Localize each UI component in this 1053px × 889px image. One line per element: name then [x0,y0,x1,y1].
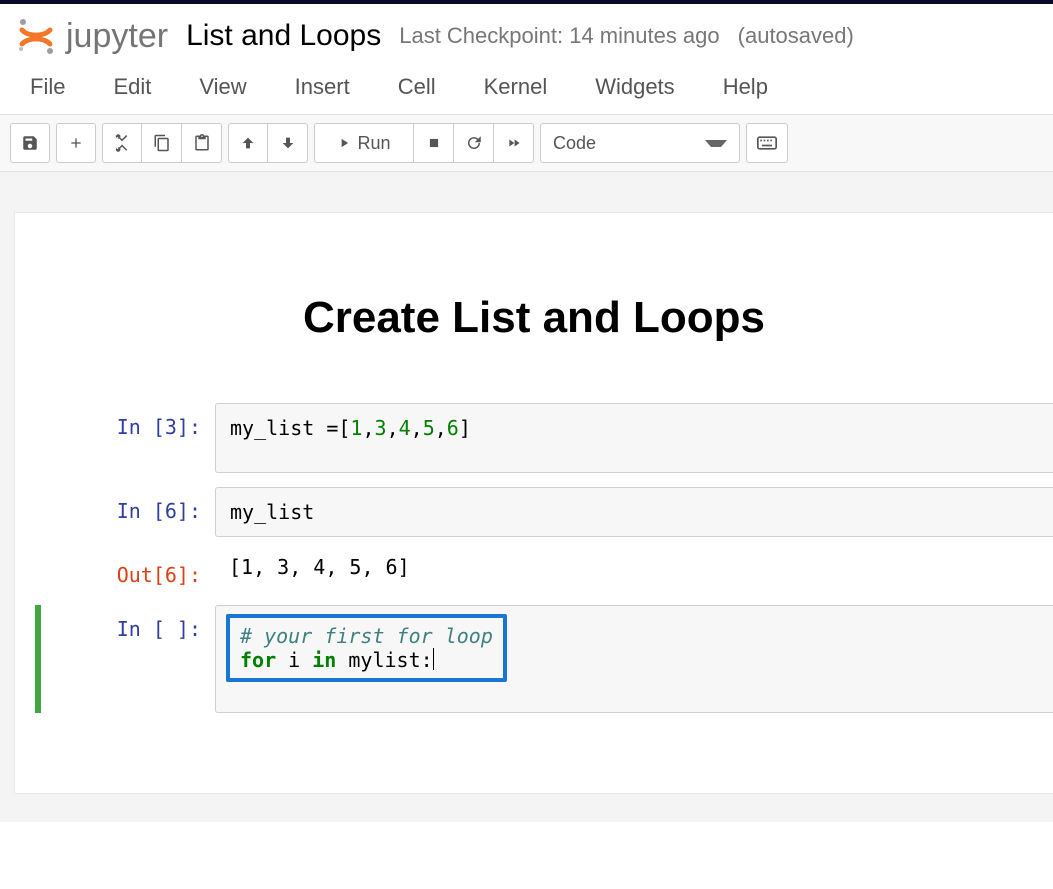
code-rest: mylist: [336,648,432,672]
restart-run-all-button[interactable] [494,123,534,163]
celltype-select[interactable]: Code [540,123,740,163]
menu-kernel[interactable]: Kernel [484,74,548,100]
move-up-button[interactable] [228,123,268,163]
run-group: Run [314,123,534,163]
kw-in: in [312,648,336,672]
fast-forward-icon [505,136,523,150]
restart-icon [465,134,483,152]
output-text: [1, 3, 4, 5, 6] [215,551,1053,591]
arrow-up-icon [240,135,256,151]
focus-highlight: # your first for loop for i in mylist: [226,614,507,682]
brand-text: jupyter [66,17,168,56]
keyboard-icon [757,136,777,150]
code-input[interactable]: my_list =[1,3,4,5,6] [215,403,1053,473]
plus-icon [68,135,84,151]
menu-view[interactable]: View [199,74,246,100]
menu-help[interactable]: Help [723,74,768,100]
code-cell-3[interactable]: In [ ]: # your first for loop for i in m… [41,605,1053,713]
menu-widgets[interactable]: Widgets [595,74,674,100]
menu-insert[interactable]: Insert [295,74,350,100]
code-input[interactable]: my_list [215,487,1053,537]
command-palette-button[interactable] [746,123,788,163]
run-button[interactable]: Run [314,123,414,163]
move-down-button[interactable] [268,123,308,163]
in-prompt: In [3]: [15,403,215,473]
move-group [228,123,308,163]
edit-group [102,123,222,163]
stop-icon [427,136,441,150]
interrupt-button[interactable] [414,123,454,163]
run-label: Run [357,133,390,154]
jupyter-icon [16,16,56,56]
code-cell-1[interactable]: In [3]: my_list =[1,3,4,5,6] [15,403,1053,473]
in-prompt: In [ ]: [41,605,215,713]
notebook-inner: Create List and Loops In [3]: my_list =[… [14,212,1053,794]
comment-text: # your first for loop [240,624,493,648]
save-icon [21,134,39,152]
paste-icon [193,134,211,152]
menu-file[interactable]: File [30,74,65,100]
paste-button[interactable] [182,123,222,163]
checkpoint-text: Last Checkpoint: 14 minutes ago [399,23,719,49]
menu-cell[interactable]: Cell [398,74,436,100]
notebook-area: Create List and Loops In [3]: my_list =[… [0,172,1053,822]
kw-for: for [240,648,276,672]
play-icon [337,136,351,150]
out-prompt: Out[6]: [15,551,215,591]
var-i: i [276,648,312,672]
output-cell-2: Out[6]: [1, 3, 4, 5, 6] [15,551,1053,591]
code-input[interactable]: # your first for loop for i in mylist: [215,605,1053,713]
restart-button[interactable] [454,123,494,163]
markdown-heading[interactable]: Create List and Loops [15,293,1053,343]
toolbar: Run Code [0,115,1053,172]
app-shell: jupyter List and Loops Last Checkpoint: … [0,0,1053,172]
notebook-title[interactable]: List and Loops [186,19,381,53]
header: jupyter List and Loops Last Checkpoint: … [0,4,1053,66]
celltype-value: Code [553,133,596,154]
cut-button[interactable] [102,123,142,163]
jupyter-logo[interactable]: jupyter [16,16,168,56]
arrow-down-icon [280,135,296,151]
code-cell-2[interactable]: In [6]: my_list [15,487,1053,537]
add-cell-button[interactable] [56,123,96,163]
menubar: File Edit View Insert Cell Kernel Widget… [0,66,1053,115]
menu-edit[interactable]: Edit [113,74,151,100]
copy-icon [153,134,171,152]
save-button[interactable] [10,123,50,163]
copy-button[interactable] [142,123,182,163]
text-cursor [433,648,434,670]
active-cell-wrapper: In [ ]: # your first for loop for i in m… [35,605,1053,713]
in-prompt: In [6]: [15,487,215,537]
autosave-text: (autosaved) [738,23,854,49]
scissors-icon [113,134,131,152]
